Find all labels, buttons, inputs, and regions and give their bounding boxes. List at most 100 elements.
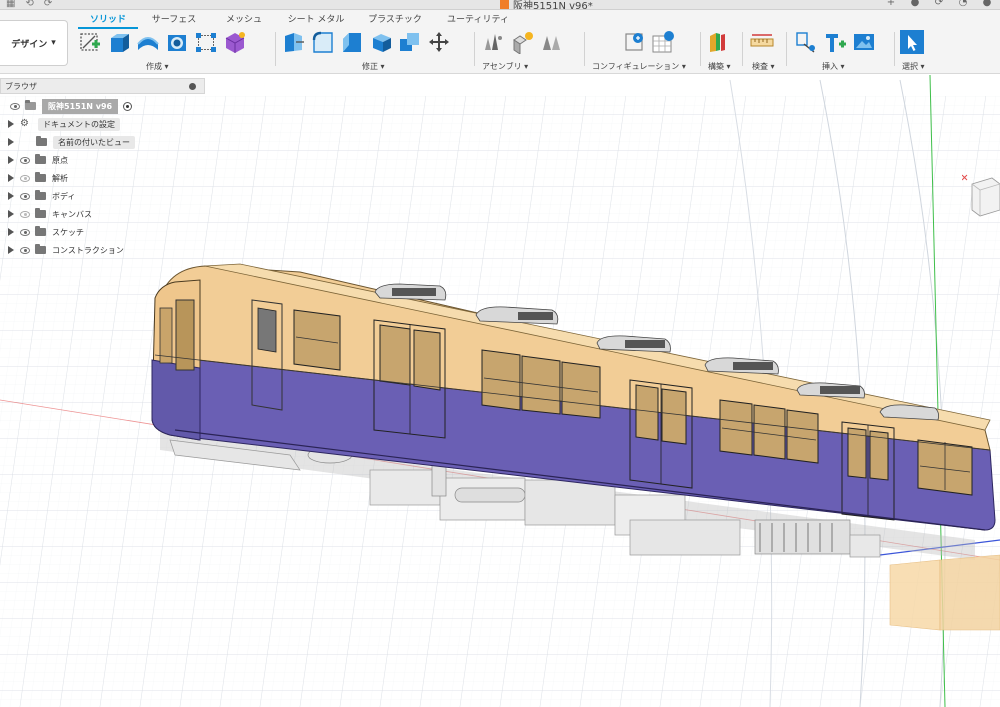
move-icon[interactable] — [427, 30, 451, 54]
select-icon[interactable] — [900, 30, 924, 54]
group-assemble: アセンブリ ▾ — [482, 28, 580, 72]
visibility-eye-icon[interactable] — [10, 102, 20, 110]
configure-icon[interactable] — [622, 30, 646, 54]
job-status-icon[interactable]: ⟳ — [932, 0, 946, 8]
tab-surface[interactable]: サーフェス — [138, 12, 210, 26]
workspace-switcher[interactable]: デザイン ▾ — [0, 20, 68, 66]
browser-header[interactable]: ブラウザ — [0, 78, 205, 94]
extrude-icon[interactable] — [107, 30, 131, 54]
tab-solid[interactable]: ソリッド — [78, 12, 138, 29]
help-icon[interactable]: ● — [980, 0, 994, 8]
group-modify-label[interactable]: 修正 ▾ — [362, 61, 385, 72]
visibility-eye-icon[interactable] — [20, 156, 30, 164]
group-configure-label[interactable]: コンフィギュレーション ▾ — [592, 61, 686, 72]
tab-utilities[interactable]: ユーティリティ — [436, 12, 520, 26]
activate-radio-icon[interactable] — [123, 101, 133, 111]
group-construct: 構築 ▾ — [706, 28, 738, 72]
joint-icon[interactable] — [482, 30, 506, 54]
tree-item-document-settings[interactable]: ⚙ ドキュメントの設定 — [0, 116, 120, 132]
shell-icon[interactable] — [369, 30, 393, 54]
insert-image-icon[interactable] — [852, 30, 876, 54]
workspace-label: デザイン — [11, 39, 48, 50]
combine-icon[interactable] — [398, 30, 422, 54]
expand-triangle-icon[interactable] — [8, 120, 14, 128]
expand-triangle-icon[interactable] — [8, 192, 14, 200]
chevron-down-icon: ▾ — [51, 38, 56, 48]
group-create: 作成 ▾ — [78, 28, 270, 72]
tree-item-origin[interactable]: 原点 — [0, 152, 68, 168]
insert-mcmaster-icon[interactable] — [823, 30, 847, 54]
group-construct-label[interactable]: 構築 ▾ — [708, 61, 731, 72]
pattern-icon[interactable] — [194, 30, 218, 54]
new-component-icon[interactable] — [511, 30, 535, 54]
insert-derive-icon[interactable] — [794, 30, 818, 54]
tab-plastic[interactable]: プラスチック — [354, 12, 436, 26]
viewcube[interactable] — [961, 170, 1000, 220]
group-insert: 挿入 ▾ — [794, 28, 890, 72]
group-select-label[interactable]: 選択 ▾ — [902, 61, 925, 72]
quick-access-icons[interactable]: ▦ ⟲ ⟳ — [6, 0, 52, 9]
group-assemble-label[interactable]: アセンブリ ▾ — [482, 61, 528, 72]
visibility-eye-icon[interactable] — [20, 246, 30, 254]
revolve-icon[interactable] — [136, 30, 160, 54]
toolbar: デザイン ▾ ソリッド サーフェス メッシュ シート メタル プラスチック ユー… — [0, 10, 1000, 74]
expand-triangle-icon[interactable] — [8, 246, 14, 254]
extensions-icon[interactable]: ● — [908, 0, 922, 8]
redo-icon[interactable]: ⟳ — [44, 0, 52, 9]
config-table-icon[interactable] — [651, 30, 675, 54]
expand-triangle-icon[interactable] — [8, 138, 14, 146]
toolbar-tabs: ソリッド サーフェス メッシュ シート メタル プラスチック ユーティリティ — [78, 12, 520, 29]
expand-triangle-icon[interactable] — [8, 228, 14, 236]
tree-root[interactable]: 阪神5151N v96 — [0, 98, 133, 114]
gear-icon: ⚙ — [20, 118, 29, 129]
new-tab-icon[interactable]: + — [884, 0, 898, 8]
group-insert-label[interactable]: 挿入 ▾ — [822, 61, 845, 72]
visibility-eye-icon[interactable] — [20, 192, 30, 200]
expand-triangle-icon[interactable] — [8, 210, 14, 218]
expand-triangle-icon[interactable] — [8, 156, 14, 164]
group-inspect: 検査 ▾ — [750, 28, 782, 72]
tree-item-label: ボディ — [52, 191, 76, 201]
tab-sheet-metal[interactable]: シート メタル — [278, 12, 354, 26]
visibility-eye-icon[interactable] — [20, 228, 30, 236]
folder-icon — [36, 136, 47, 146]
measure-icon[interactable] — [750, 30, 774, 54]
as-built-joint-icon[interactable] — [540, 30, 564, 54]
document-icon — [25, 100, 36, 110]
tree-item-construction[interactable]: コンストラクション — [0, 242, 124, 258]
notifications-icon[interactable]: ◔ — [956, 0, 970, 8]
document-icon — [500, 0, 509, 9]
tree-item-sketches[interactable]: スケッチ — [0, 224, 84, 240]
tree-item-named-views[interactable]: 名前の付いたビュー — [0, 134, 135, 150]
expand-triangle-icon[interactable] — [8, 174, 14, 182]
folder-icon — [35, 154, 46, 164]
offset-plane-icon[interactable] — [706, 30, 730, 54]
toolbar-divider — [474, 32, 475, 66]
new-sketch-icon[interactable] — [78, 30, 102, 54]
undo-icon[interactable]: ⟲ — [25, 0, 33, 9]
hole-icon[interactable] — [165, 30, 189, 54]
tree-root-label: 阪神5151N v96 — [42, 98, 119, 114]
chamfer-icon[interactable] — [340, 30, 364, 54]
folder-icon — [35, 226, 46, 236]
fillet-icon[interactable] — [311, 30, 335, 54]
group-create-label[interactable]: 作成 ▾ — [146, 61, 169, 72]
tree-item-canvases[interactable]: キャンバス — [0, 206, 92, 222]
toolbar-divider — [584, 32, 585, 66]
tree-item-analysis[interactable]: 解析 — [0, 170, 68, 186]
form-icon[interactable] — [223, 30, 247, 54]
toolbar-divider — [700, 32, 701, 66]
data-panel-icon[interactable]: ▦ — [6, 0, 15, 9]
collapse-icon[interactable] — [189, 83, 196, 90]
tree-item-bodies[interactable]: ボディ — [0, 188, 75, 204]
tree-item-label: スケッチ — [52, 227, 84, 237]
tree-item-label: 解析 — [52, 173, 68, 183]
tree-item-label: 名前の付いたビュー — [53, 135, 135, 149]
tab-mesh[interactable]: メッシュ — [210, 12, 278, 26]
visibility-eye-off-icon[interactable] — [20, 174, 30, 182]
tree-item-label: コンストラクション — [52, 245, 124, 255]
group-inspect-label[interactable]: 検査 ▾ — [752, 61, 775, 72]
visibility-eye-off-icon[interactable] — [20, 210, 30, 218]
toolbar-divider — [742, 32, 743, 66]
press-pull-icon[interactable] — [282, 30, 306, 54]
